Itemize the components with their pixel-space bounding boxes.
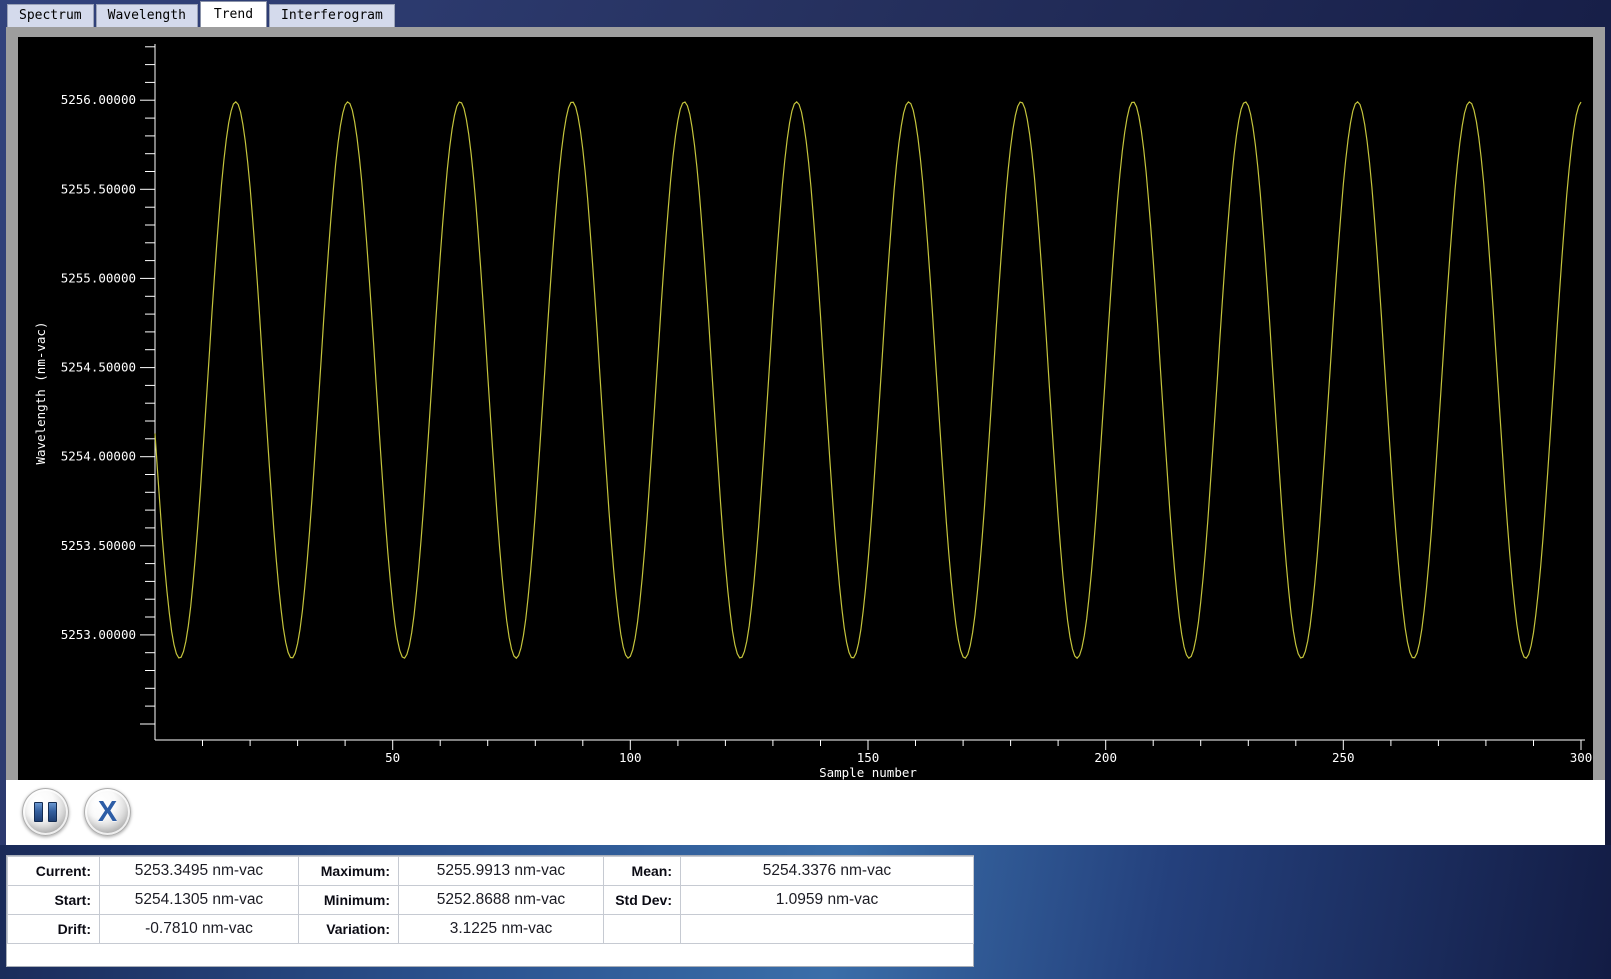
x-tick-label: 250 — [1332, 750, 1355, 765]
tab-spectrum[interactable]: Spectrum — [7, 4, 94, 27]
y-axis-title: Wavelength (nm-vac) — [33, 322, 48, 465]
plot-frame: 5253.00000 5253.50000 5254.00000 5254.50000… — [6, 27, 1605, 780]
stats-panel: Current: 5253.3495 nm-vac Maximum: 5255.… — [6, 855, 974, 967]
bottom-region: Current: 5253.3495 nm-vac Maximum: 5255.… — [0, 845, 1611, 979]
y-tick-label: 5253.00000 — [61, 627, 136, 642]
stat-mean-value: 5254.3376 nm-vac — [681, 857, 974, 886]
stat-drift-label: Drift: — [8, 915, 100, 944]
x-axis-title: Sample number — [819, 765, 917, 780]
trend-line — [155, 102, 1581, 658]
stat-minimum-label: Minimum: — [299, 886, 399, 915]
stat-current-value: 5253.3495 nm-vac — [100, 857, 299, 886]
stats-row-1: Current: 5253.3495 nm-vac Maximum: 5255.… — [8, 857, 974, 886]
y-tick-label: 5253.50000 — [61, 538, 136, 553]
stat-stddev-value: 1.0959 nm-vac — [681, 886, 974, 915]
stat-minimum-value: 5252.8688 nm-vac — [399, 886, 604, 915]
stat-variation-label: Variation: — [299, 915, 399, 944]
y-tick-label: 5255.50000 — [61, 181, 136, 196]
tab-interferogram[interactable]: Interferogram — [269, 4, 395, 27]
trend-plot-area: 5253.00000 5253.50000 5254.00000 5254.50000… — [18, 37, 1593, 780]
y-tick-label: 5256.00000 — [61, 92, 136, 107]
pause-button[interactable] — [22, 788, 69, 836]
tab-trend[interactable]: Trend — [200, 1, 267, 27]
x-tick-label: 100 — [619, 750, 642, 765]
stat-start-label: Start: — [8, 886, 100, 915]
stats-table: Current: 5253.3495 nm-vac Maximum: 5255.… — [7, 856, 974, 944]
trend-plot-svg: 5253.00000 5253.50000 5254.00000 5254.50000… — [18, 37, 1593, 780]
stats-row-2: Start: 5254.1305 nm-vac Minimum: 5252.86… — [8, 886, 974, 915]
close-button[interactable]: X — [84, 788, 131, 836]
pause-icon — [34, 802, 57, 822]
stat-empty-label — [604, 915, 681, 944]
x-tick-label: 50 — [385, 750, 400, 765]
y-tick-label: 5255.00000 — [61, 270, 136, 285]
tab-bar: Spectrum Wavelength Trend Interferogram — [0, 0, 1611, 27]
stat-maximum-value: 5255.9913 nm-vac — [399, 857, 604, 886]
x-tick-label: 200 — [1094, 750, 1117, 765]
x-tick-label: 300 — [1570, 750, 1593, 765]
tab-wavelength[interactable]: Wavelength — [96, 4, 198, 27]
y-tick-label: 5254.00000 — [61, 449, 136, 464]
close-x-icon: X — [98, 798, 117, 827]
stat-variation-value: 3.1225 nm-vac — [399, 915, 604, 944]
stat-empty-value — [681, 915, 974, 944]
y-tick-label: 5254.50000 — [61, 360, 136, 375]
stat-current-label: Current: — [8, 857, 100, 886]
controls-strip: X — [6, 780, 1605, 845]
stat-start-value: 5254.1305 nm-vac — [100, 886, 299, 915]
x-tick-label: 150 — [857, 750, 880, 765]
stats-row-3: Drift: -0.7810 nm-vac Variation: 3.1225 … — [8, 915, 974, 944]
stat-mean-label: Mean: — [604, 857, 681, 886]
stat-drift-value: -0.7810 nm-vac — [100, 915, 299, 944]
stat-stddev-label: Std Dev: — [604, 886, 681, 915]
stat-maximum-label: Maximum: — [299, 857, 399, 886]
